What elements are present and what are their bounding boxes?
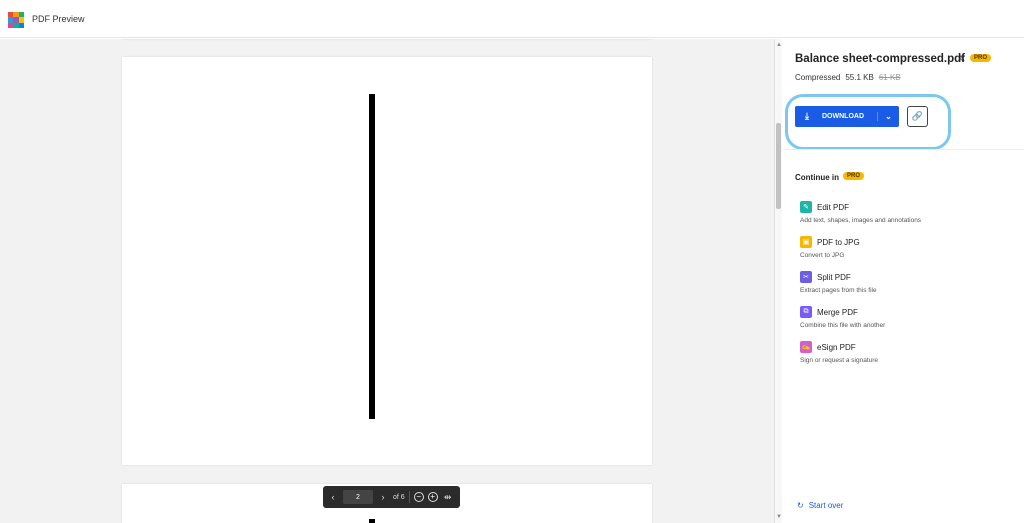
tool-description: Combine this file with another: [800, 322, 886, 329]
download-icon: ⤓: [805, 111, 809, 121]
image-icon: ▣: [800, 236, 812, 248]
tool-description: Add text, shapes, images and annotations: [800, 217, 922, 224]
page-navigation-toolbar: ‹ › of 6 − + ⇹: [323, 486, 460, 508]
old-file-size: 61 KB: [878, 73, 901, 82]
pro-badge: PRO: [970, 54, 992, 62]
chevron-left-icon[interactable]: ‹: [327, 490, 339, 504]
chevron-down-icon[interactable]: ⌄: [877, 112, 899, 121]
tool-description: Convert to JPG: [800, 252, 845, 259]
compression-info: Compressed 55.1 KB 61 KB: [795, 73, 901, 82]
continue-in-label: Continue in: [795, 173, 839, 182]
scroll-up-arrow-icon[interactable]: ▲: [775, 41, 783, 49]
page-vertical-line: [369, 94, 375, 419]
tool-description: Sign or request a signature: [800, 357, 879, 364]
tool-name: Merge PDF: [817, 307, 858, 317]
viewer-scrollbar[interactable]: ▲ ▼: [774, 39, 782, 523]
signature-icon: ✍: [800, 341, 812, 353]
fit-width-icon[interactable]: ⇹: [442, 490, 454, 504]
refresh-icon: ↻: [797, 501, 804, 510]
copy-link-button[interactable]: 🔗: [907, 106, 928, 127]
link-icon: 🔗: [911, 111, 924, 121]
tool-split-pdf[interactable]: ✂ Split PDF Extract pages from this file: [800, 271, 877, 294]
tool-merge-pdf[interactable]: ⧉ Merge PDF Combine this file with anoth…: [800, 306, 885, 329]
app-logo: [8, 12, 24, 28]
scissors-icon: ✂: [800, 271, 812, 283]
download-label: DOWNLOAD: [822, 113, 864, 120]
pencil-icon[interactable]: ✎: [958, 54, 966, 65]
tool-description: Extract pages from this file: [800, 287, 877, 294]
zoom-out-icon[interactable]: −: [413, 492, 424, 502]
scroll-down-arrow-icon[interactable]: ▼: [775, 513, 783, 521]
tool-pdf-to-jpg[interactable]: ▣ PDF to JPG Convert to JPG: [800, 236, 860, 259]
tool-name: Split PDF: [817, 272, 851, 282]
top-bar: PDF Preview: [0, 0, 1024, 38]
page-vertical-line: [369, 519, 375, 523]
file-name[interactable]: Balance sheet-compressed.pdf: [795, 53, 965, 65]
pdf-viewer[interactable]: [0, 39, 774, 523]
scroll-thumb[interactable]: [776, 123, 781, 209]
merge-icon: ⧉: [800, 306, 812, 318]
chevron-right-icon[interactable]: ›: [377, 490, 389, 504]
start-over-link[interactable]: ↻ Start over: [797, 501, 843, 510]
tool-name: eSign PDF: [817, 342, 856, 352]
edit-icon: ✎: [800, 201, 812, 213]
pdf-page-current: [122, 57, 652, 465]
download-button[interactable]: ⤓ DOWNLOAD ⌄: [795, 106, 899, 127]
logo-cell: [18, 22, 24, 28]
app-title: PDF Preview: [32, 14, 85, 24]
zoom-in-icon[interactable]: +: [427, 492, 438, 502]
pro-badge: PRO: [843, 172, 865, 180]
compressed-label: Compressed: [795, 73, 841, 82]
tool-name: Edit PDF: [817, 202, 850, 212]
divider: [783, 149, 1024, 150]
toolbar-divider: [408, 491, 410, 503]
tool-esign-pdf[interactable]: ✍ eSign PDF Sign or request a signature: [800, 341, 878, 364]
tool-name: PDF to JPG: [817, 237, 860, 247]
page-total-label: of 6: [393, 493, 405, 501]
tool-edit-pdf[interactable]: ✎ Edit PDF Add text, shapes, images and …: [800, 201, 921, 224]
right-panel: Balance sheet-compressed.pdf ✎ PRO Compr…: [783, 39, 1024, 523]
new-file-size: 55.1 KB: [845, 73, 874, 82]
start-over-label: Start over: [808, 501, 844, 510]
page-number-input[interactable]: [343, 490, 373, 504]
